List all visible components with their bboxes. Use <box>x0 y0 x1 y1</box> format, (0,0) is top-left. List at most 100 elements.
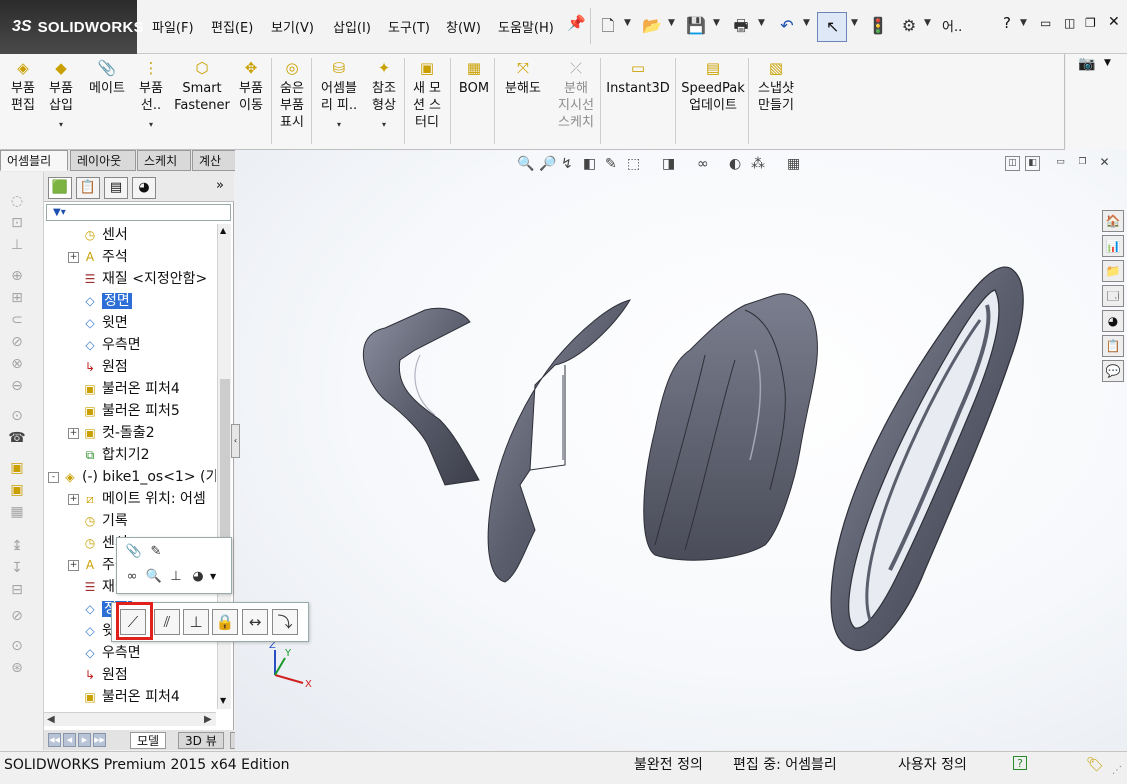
toolbar-icon-4[interactable]: ⊕ <box>8 267 26 285</box>
close-icon[interactable]: ✕ <box>1108 14 1120 30</box>
tree-node[interactable]: + A 주석 <box>44 246 216 268</box>
hide-show-icon[interactable]: ∞ <box>121 566 143 588</box>
print-icon[interactable]: 🖶 <box>730 14 752 38</box>
scroll-left-arrow[interactable]: ◀ <box>47 714 55 725</box>
graphics-area[interactable]: 🔍 🔎 ↯ ◧ ✎ ⬚ ◨ ∞ ◐ ⁂ ▦ ◫ ◧ ▭ ❐ ✕ 🏠 📊 📁 🗔 … <box>235 150 1127 750</box>
tree-node[interactable]: ↳ 원점 <box>44 664 216 686</box>
feature-tree-tab-icon[interactable]: 🟩 <box>48 177 72 199</box>
tree-node[interactable]: ⧉ 합치기2 <box>44 444 216 466</box>
toolbar-icon-9[interactable]: ⊖ <box>8 377 26 395</box>
resize-grip-icon[interactable]: ⋰ <box>1112 758 1122 784</box>
tag-icon[interactable]: 🏷 <box>1086 752 1104 778</box>
command-bom-button[interactable]: ▦ BOM <box>454 54 494 148</box>
tree-node[interactable]: ◇ 정면 <box>44 290 216 312</box>
command-snapshot-button[interactable]: ▧ 스냅샷 만들기 <box>753 54 799 148</box>
command-dropdown-arrow[interactable]: ▾ <box>44 116 78 133</box>
next-tab-arrow[interactable]: ▶ <box>78 733 91 747</box>
help-dropdown-arrow[interactable]: ▼ <box>1020 18 1027 28</box>
minimize-icon[interactable]: ▭ <box>1040 16 1051 30</box>
last-tab-arrow[interactable]: ▶▶ <box>93 733 106 747</box>
menu-item-6[interactable]: 도움말(H) <box>495 15 557 38</box>
command-dropdown-arrow[interactable]: ▾ <box>134 116 168 133</box>
toolbar-icon-17[interactable]: ⊟ <box>8 581 26 599</box>
select-tool-button[interactable]: ↖ <box>817 12 847 42</box>
expand-toggle-icon[interactable]: + <box>68 252 79 263</box>
command-component-pattern-button[interactable]: ⋮ 부품 선.. ▾ <box>134 54 168 148</box>
toolbar-icon-8[interactable]: ⊗ <box>8 355 26 373</box>
camera-icon[interactable]: 📷 <box>1078 56 1095 72</box>
open-dropdown-arrow[interactable]: ▼ <box>668 18 675 28</box>
tree-node[interactable]: ↳ 원점 <box>44 356 216 378</box>
tree-node[interactable]: ◇ 우측면 <box>44 642 216 664</box>
toolbar-icon-20[interactable]: ⊛ <box>8 659 26 677</box>
tree-node[interactable]: ◇ 윗면 <box>44 312 216 334</box>
menu-item-2[interactable]: 보기(V) <box>268 15 317 38</box>
part-body[interactable] <box>643 293 818 561</box>
toolbar-icon-18[interactable]: ⊘ <box>8 607 26 625</box>
command-reference-geometry-button[interactable]: ✦ 참조 형상 ▾ <box>366 54 402 148</box>
new-dropdown-arrow[interactable]: ▼ <box>624 18 631 28</box>
tab-1[interactable]: 레이아웃 <box>70 150 136 171</box>
menu-item-0[interactable]: 파일(F) <box>149 15 197 38</box>
lock-mate-icon[interactable]: 🔒 <box>212 609 238 635</box>
tab-0[interactable]: 어셈블리 <box>0 150 68 171</box>
toolbar-icon-6[interactable]: ⊂ <box>8 311 26 329</box>
tree-node[interactable]: ◇ 우측면 <box>44 334 216 356</box>
search-commands-icon[interactable]: 어.. <box>942 16 962 35</box>
expand-panel-icon[interactable]: » <box>216 178 224 193</box>
undo-icon[interactable]: ↶ <box>776 14 798 38</box>
units-status[interactable]: 사용자 정의 <box>898 752 967 778</box>
part-clamp[interactable] <box>362 307 480 486</box>
open-file-icon[interactable]: 📂 <box>641 14 663 38</box>
options-dropdown-arrow[interactable]: ▼ <box>924 18 931 28</box>
appearance-icon[interactable]: ◕ <box>187 566 209 588</box>
edit-component-icon[interactable]: ✎ <box>145 541 167 563</box>
command-smart-fastener-button[interactable]: ⬡ Smart Fastener <box>173 54 231 148</box>
toolbar-icon-7[interactable]: ⊘ <box>8 333 26 351</box>
pin-icon[interactable]: 📌 <box>567 14 586 32</box>
distance-mate-icon[interactable]: ↔ <box>242 609 268 635</box>
toolbar-icon-3[interactable]: ⊥ <box>8 236 26 254</box>
expand-toggle-icon[interactable]: + <box>68 494 79 505</box>
command-dropdown-arrow[interactable]: ▾ <box>366 116 402 133</box>
bottom-tab-0[interactable]: 모델 <box>130 732 167 749</box>
tree-node[interactable]: ▣ 불러온 피처4 <box>44 686 216 708</box>
collapse-toggle-icon[interactable]: - <box>48 472 59 483</box>
toolbar-icon-14[interactable]: ▦ <box>8 503 26 521</box>
appearance-dropdown-arrow[interactable]: ▼ <box>210 572 216 581</box>
parallel-mate-icon[interactable]: ⫽ <box>154 609 180 635</box>
command-speedpak-button[interactable]: ▤ SpeedPak 업데이트 <box>681 54 745 148</box>
tab-2[interactable]: 스케치 <box>137 150 191 171</box>
property-manager-tab-icon[interactable]: 📋 <box>76 177 100 199</box>
command-assembly-features-button[interactable]: ⛁ 어셈블 리 피.. ▾ <box>316 54 362 148</box>
command-move-component-button[interactable]: ✥ 부품 이동 <box>233 54 269 148</box>
solidworks-logo[interactable]: 3S SOLIDWORKS <box>0 0 144 54</box>
zoom-to-selection-icon[interactable]: 🔍 <box>143 566 165 588</box>
command-dropdown-arrow[interactable]: ▾ <box>316 116 362 133</box>
tree-node[interactable]: ▣ 불러온 피처5 <box>44 400 216 422</box>
mate-icon[interactable]: 📎 <box>123 541 145 563</box>
restore-icon[interactable]: ❐ <box>1085 16 1096 30</box>
configuration-manager-tab-icon[interactable]: ▤ <box>104 177 128 199</box>
command-instant3d-button[interactable]: ▭ Instant3D <box>606 54 670 148</box>
perpendicular-mate-icon[interactable]: ⊥ <box>183 609 209 635</box>
scroll-thumb[interactable] <box>220 379 230 539</box>
command-new-motion-study-button[interactable]: ▣ 새 모 션 스 터디 <box>409 54 445 148</box>
scroll-down-arrow[interactable]: ▼ <box>220 696 226 705</box>
camera-dropdown-arrow[interactable]: ▼ <box>1104 58 1111 68</box>
menu-item-4[interactable]: 도구(T) <box>385 15 433 38</box>
command-show-hidden-button[interactable]: ◎ 숨은 부품 표시 <box>275 54 309 148</box>
print-dropdown-arrow[interactable]: ▼ <box>758 18 765 28</box>
save-dropdown-arrow[interactable]: ▼ <box>713 18 720 28</box>
command-insert-component-button[interactable]: ◆ 부품 삽입 ▾ <box>44 54 78 148</box>
command-mate-button[interactable]: 📎 메이트 <box>84 54 130 148</box>
menu-item-1[interactable]: 편집(E) <box>208 15 256 38</box>
tree-node[interactable]: - ◈ (-) bike1_os<1> (기 <box>44 466 216 488</box>
toolbar-icon-16[interactable]: ↧ <box>8 559 26 577</box>
expand-toggle-icon[interactable]: + <box>68 428 79 439</box>
tile-icon[interactable]: ◫ <box>1064 16 1075 30</box>
panel-collapse-handle[interactable]: ‹ <box>231 424 240 458</box>
first-tab-arrow[interactable]: ◀◀ <box>48 733 61 747</box>
scroll-right-arrow[interactable]: ▶ <box>204 714 212 725</box>
toolbar-icon-2[interactable]: ⊡ <box>8 214 26 232</box>
